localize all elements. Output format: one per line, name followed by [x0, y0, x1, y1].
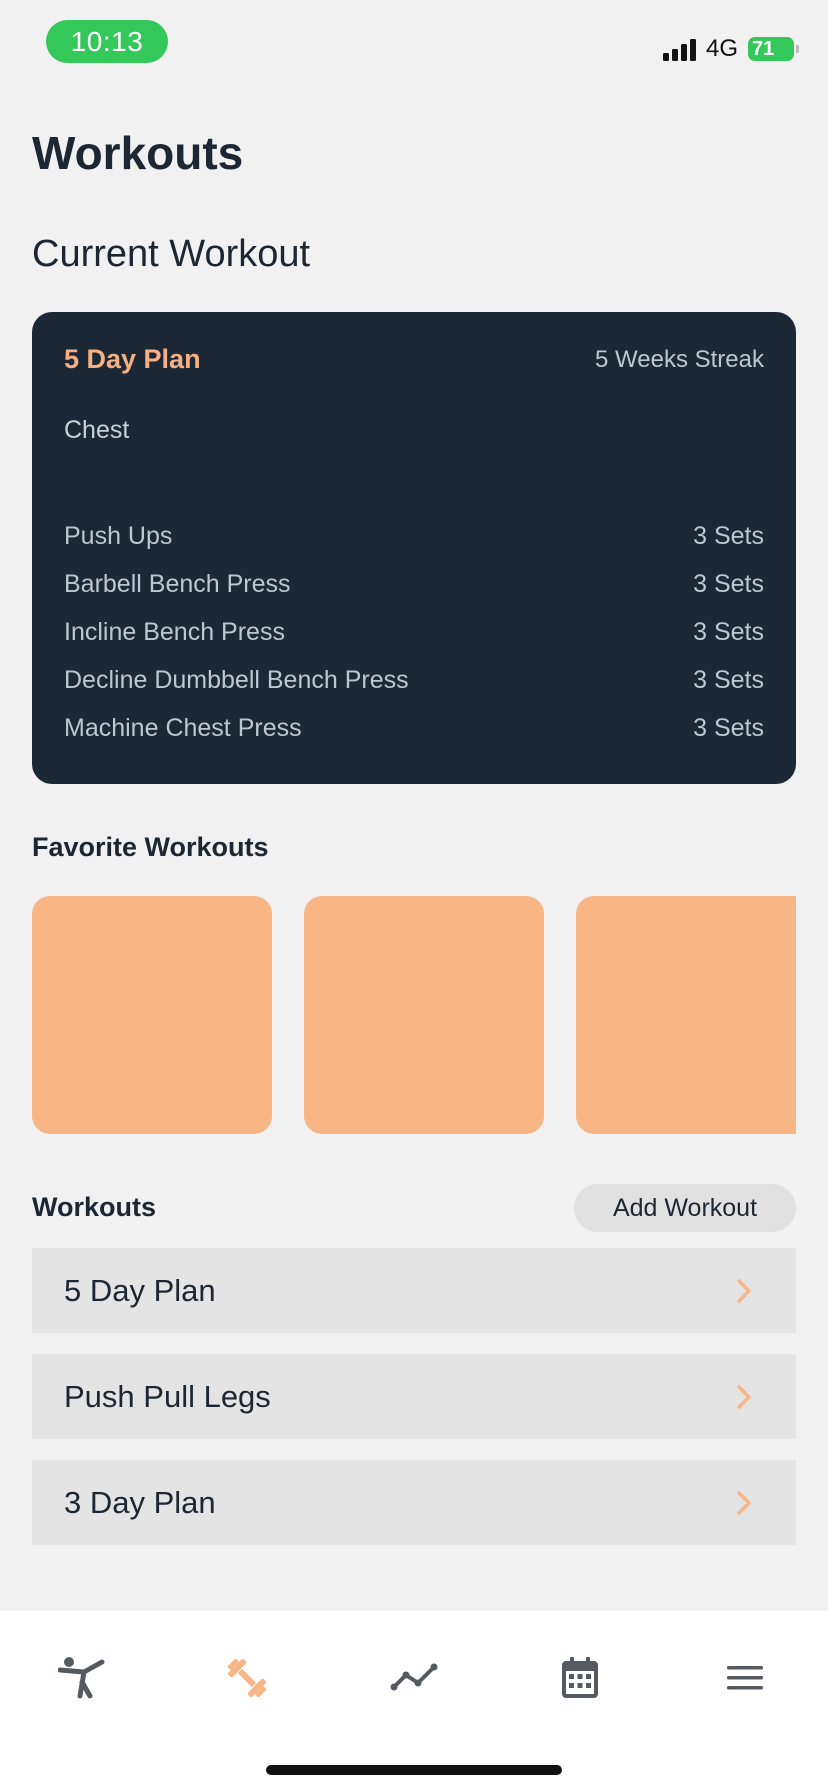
exercise-sets: 3 Sets	[693, 713, 764, 742]
chevron-right-icon	[737, 1384, 751, 1409]
workout-plan-row[interactable]: 5 Day Plan	[32, 1248, 796, 1333]
current-plan-name: 5 Day Plan	[64, 344, 201, 374]
tab-workouts[interactable]	[187, 1643, 307, 1713]
favorite-workout-card[interactable]	[304, 896, 544, 1134]
status-time: 10:13	[46, 20, 168, 63]
favorite-workout-card[interactable]	[576, 896, 796, 1134]
exercise-row: Barbell Bench Press 3 Sets	[64, 560, 764, 608]
battery-level: 71	[752, 37, 775, 60]
menu-icon	[727, 1666, 763, 1690]
favorite-workout-card[interactable]	[32, 896, 272, 1134]
status-indicators: 4G 71	[662, 34, 799, 64]
muscle-group-label: Chest	[64, 416, 130, 444]
exercise-row: Decline Dumbbell Bench Press 3 Sets	[64, 656, 764, 704]
chevron-right-icon	[737, 1278, 751, 1303]
add-workout-button[interactable]: Add Workout	[574, 1184, 796, 1232]
streak-label: 5 Weeks Streak	[595, 346, 764, 373]
chevron-right-icon	[737, 1490, 751, 1515]
martial-arts-icon	[58, 1657, 105, 1699]
exercise-row: Machine Chest Press 3 Sets	[64, 704, 764, 752]
tab-martial-arts[interactable]	[22, 1643, 142, 1713]
workout-plan-label: 5 Day Plan	[64, 1272, 216, 1308]
exercise-sets: 3 Sets	[693, 617, 764, 646]
exercise-list: Push Ups 3 Sets Barbell Bench Press 3 Se…	[64, 512, 764, 752]
tab-progress[interactable]	[354, 1643, 474, 1713]
exercise-name: Incline Bench Press	[64, 617, 285, 646]
exercise-row: Incline Bench Press 3 Sets	[64, 608, 764, 656]
favorite-workouts-carousel[interactable]	[32, 896, 796, 1134]
workouts-heading: Workouts	[32, 1192, 157, 1222]
signal-icon	[662, 37, 696, 61]
exercise-row: Push Ups 3 Sets	[64, 512, 764, 560]
home-indicator	[266, 1765, 562, 1775]
exercise-name: Decline Dumbbell Bench Press	[64, 665, 409, 694]
exercise-name: Barbell Bench Press	[64, 569, 291, 598]
workout-plan-list: 5 Day Plan Push Pull Legs 3 Day Plan	[32, 1248, 796, 1566]
tab-menu[interactable]	[685, 1643, 805, 1713]
battery-icon: 71	[748, 37, 799, 61]
dumbbell-icon	[227, 1658, 267, 1698]
tab-calendar[interactable]	[520, 1643, 640, 1713]
workout-plan-label: Push Pull Legs	[64, 1378, 271, 1414]
exercise-sets: 3 Sets	[693, 665, 764, 694]
current-workout-card[interactable]: 5 Day Plan 5 Weeks Streak Chest Push Ups…	[32, 312, 796, 784]
workout-plan-row[interactable]: 3 Day Plan	[32, 1460, 796, 1545]
exercise-name: Push Ups	[64, 521, 173, 550]
network-type: 4G	[705, 35, 738, 62]
trend-line-icon	[390, 1663, 438, 1691]
workout-plan-row[interactable]: Push Pull Legs	[32, 1354, 796, 1439]
exercise-sets: 3 Sets	[693, 521, 764, 550]
page-title: Workouts	[32, 127, 244, 179]
exercise-name: Machine Chest Press	[64, 713, 302, 742]
favorite-workouts-heading: Favorite Workouts	[32, 832, 269, 862]
exercise-sets: 3 Sets	[693, 569, 764, 598]
calendar-icon	[562, 1657, 598, 1698]
current-workout-heading: Current Workout	[32, 233, 311, 275]
workout-plan-label: 3 Day Plan	[64, 1484, 216, 1520]
